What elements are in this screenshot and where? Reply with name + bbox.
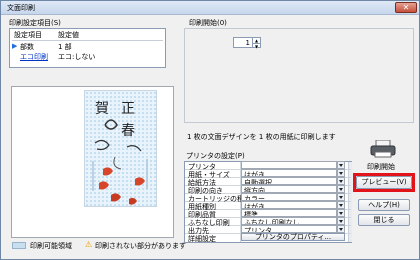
settings-group-label: 印刷設定項目(S) — [9, 19, 61, 27]
start-position-label: 印刷開始(0) — [189, 19, 227, 27]
chevron-down-icon[interactable] — [337, 193, 345, 201]
printable-area-label: 印刷可能領域 — [30, 242, 72, 250]
settings-row-value: エコ:しない — [58, 53, 96, 61]
close-button[interactable]: 閉じる — [358, 214, 410, 226]
print-start-button[interactable]: 印刷開始 — [361, 140, 405, 171]
grid-row-advanced[interactable]: 詳細設定 プリンタのプロパティ... — [185, 233, 351, 243]
chevron-down-icon[interactable] — [337, 201, 345, 209]
settings-row-eco[interactable]: エコ印刷 エコ:しない — [10, 52, 165, 62]
output-select[interactable]: プリンタ — [241, 225, 337, 233]
printer-settings-grid: プリンタ 用紙・サイズ はがき 給紙方法 自動選択 印刷の向き 縦方向 カートリ… — [184, 161, 352, 243]
selection-arrow-icon: ▶ — [12, 42, 18, 50]
start-position-value: 1 — [245, 39, 250, 47]
info-text: 1 枚の文面デザインを 1 枚の用紙に印刷します — [187, 133, 336, 141]
chevron-down-icon[interactable] — [337, 225, 345, 233]
printable-area-swatch — [12, 242, 26, 249]
cartridge-select[interactable]: カラー — [241, 193, 337, 201]
print-start-label: 印刷開始 — [367, 163, 395, 171]
printer-properties-button[interactable]: プリンタのプロパティ... — [241, 233, 345, 241]
settings-list[interactable]: 設定項目 設定値 ▶ 部数 1 部 エコ印刷 エコ:しない — [9, 28, 166, 68]
chevron-down-icon[interactable] — [337, 161, 345, 169]
eco-print-link[interactable]: エコ印刷 — [20, 52, 48, 62]
card-char-1: 賀 — [95, 101, 109, 117]
chevron-down-icon[interactable] — [337, 169, 345, 177]
card-char-3: 春 — [121, 123, 135, 139]
borderless-select[interactable]: ふちなし印刷なし — [241, 217, 337, 225]
quality-select[interactable]: 標準 — [241, 209, 337, 217]
printer-settings-label: プリンタの設定(P) — [186, 152, 245, 160]
window-title: 文面印刷 — [7, 4, 35, 12]
paper-size-select[interactable]: はがき — [241, 169, 337, 177]
column-header-value: 設定値 — [58, 31, 79, 39]
card-artwork: 賀 正 春 — [85, 91, 156, 206]
start-position-spinner[interactable]: 1 ▲ ▼ — [233, 37, 261, 49]
close-window-button[interactable]: ✕ — [395, 2, 417, 13]
new-year-card-thumbnail: 賀 正 春 — [84, 90, 157, 207]
start-position-group — [184, 28, 414, 123]
grid-row-key: 詳細設定 — [188, 235, 216, 243]
printer-select[interactable] — [241, 161, 337, 169]
settings-row-value: 1 部 — [58, 43, 72, 51]
header-divider — [12, 40, 163, 41]
chevron-down-icon[interactable] — [337, 185, 345, 193]
settings-row-copies[interactable]: ▶ 部数 1 部 — [10, 42, 165, 52]
chevron-down-icon[interactable] — [337, 177, 345, 185]
preview-button[interactable]: プレビュー(V) — [356, 176, 412, 189]
print-dialog: 文面印刷 ✕ 印刷設定項目(S) 設定項目 設定値 ▶ 部数 1 部 エコ印刷 … — [0, 0, 420, 260]
warning-icon: ⚠ — [85, 240, 93, 249]
chevron-down-icon[interactable] — [337, 209, 345, 217]
orientation-select[interactable]: 縦方向 — [241, 185, 337, 193]
settings-row-name: 部数 — [20, 43, 34, 51]
column-header-item: 設定項目 — [14, 31, 42, 39]
printer-icon — [370, 140, 396, 158]
card-char-2: 正 — [121, 101, 135, 117]
help-button[interactable]: ヘルプ(H) — [358, 199, 410, 211]
warning-label: 印刷されない部分があります — [95, 242, 186, 250]
paper-type-select[interactable]: はがき — [241, 201, 337, 209]
chevron-down-icon[interactable] — [337, 217, 345, 225]
title-bar: 文面印刷 ✕ — [1, 1, 419, 15]
spinner-down-icon[interactable]: ▼ — [252, 43, 260, 49]
print-preview-pane: 賀 正 春 — [11, 86, 174, 238]
paper-feed-select[interactable]: 自動選択 — [241, 177, 337, 185]
